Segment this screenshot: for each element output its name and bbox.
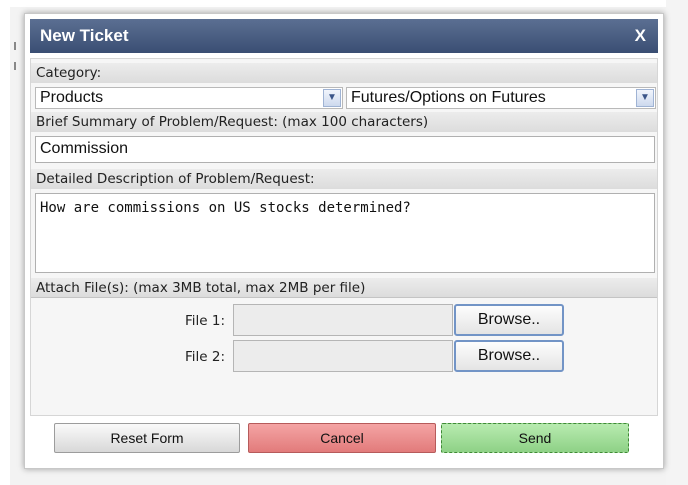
background-edge-right [666, 0, 688, 485]
description-textarea[interactable]: How are commissions on US stocks determi… [35, 193, 655, 273]
category-secondary-value: Futures/Options on Futures [351, 89, 546, 106]
send-button[interactable]: Send [441, 423, 629, 453]
file-1-browse-button[interactable]: Browse.. [454, 304, 564, 336]
summary-label: Brief Summary of Problem/Request: (max 1… [31, 112, 657, 132]
background-edge [0, 0, 16, 485]
background-tick [14, 42, 16, 50]
category-secondary-select[interactable]: Futures/Options on Futures ▼ [346, 87, 656, 109]
chevron-down-icon[interactable]: ▼ [323, 89, 341, 107]
dialog-title: New Ticket [40, 26, 129, 45]
description-label: Detailed Description of Problem/Request: [31, 169, 657, 189]
file-2-input[interactable] [233, 340, 453, 372]
cancel-button[interactable]: Cancel [248, 423, 436, 453]
background-tick [14, 62, 16, 70]
category-primary-value: Products [40, 89, 104, 106]
reset-form-button[interactable]: Reset Form [54, 423, 240, 453]
file-1-input[interactable] [233, 304, 453, 336]
category-primary-select[interactable]: Products ▼ [35, 87, 343, 109]
background-strip [10, 0, 688, 7]
ticket-form: Category: Products ▼ Futures/Options on … [30, 58, 658, 416]
summary-input[interactable]: Commission [35, 136, 655, 163]
attach-label: Attach File(s): (max 3MB total, max 2MB … [31, 278, 657, 298]
close-icon[interactable]: X [635, 26, 646, 46]
file-2-browse-button[interactable]: Browse.. [454, 340, 564, 372]
category-label: Category: [31, 63, 657, 83]
file-1-label: File 1: [184, 313, 225, 329]
file-2-label: File 2: [184, 349, 225, 365]
chevron-down-icon[interactable]: ▼ [636, 89, 654, 107]
new-ticket-dialog: New Ticket X Category: Products ▼ Future… [24, 13, 664, 469]
dialog-titlebar: New Ticket X [30, 19, 658, 53]
